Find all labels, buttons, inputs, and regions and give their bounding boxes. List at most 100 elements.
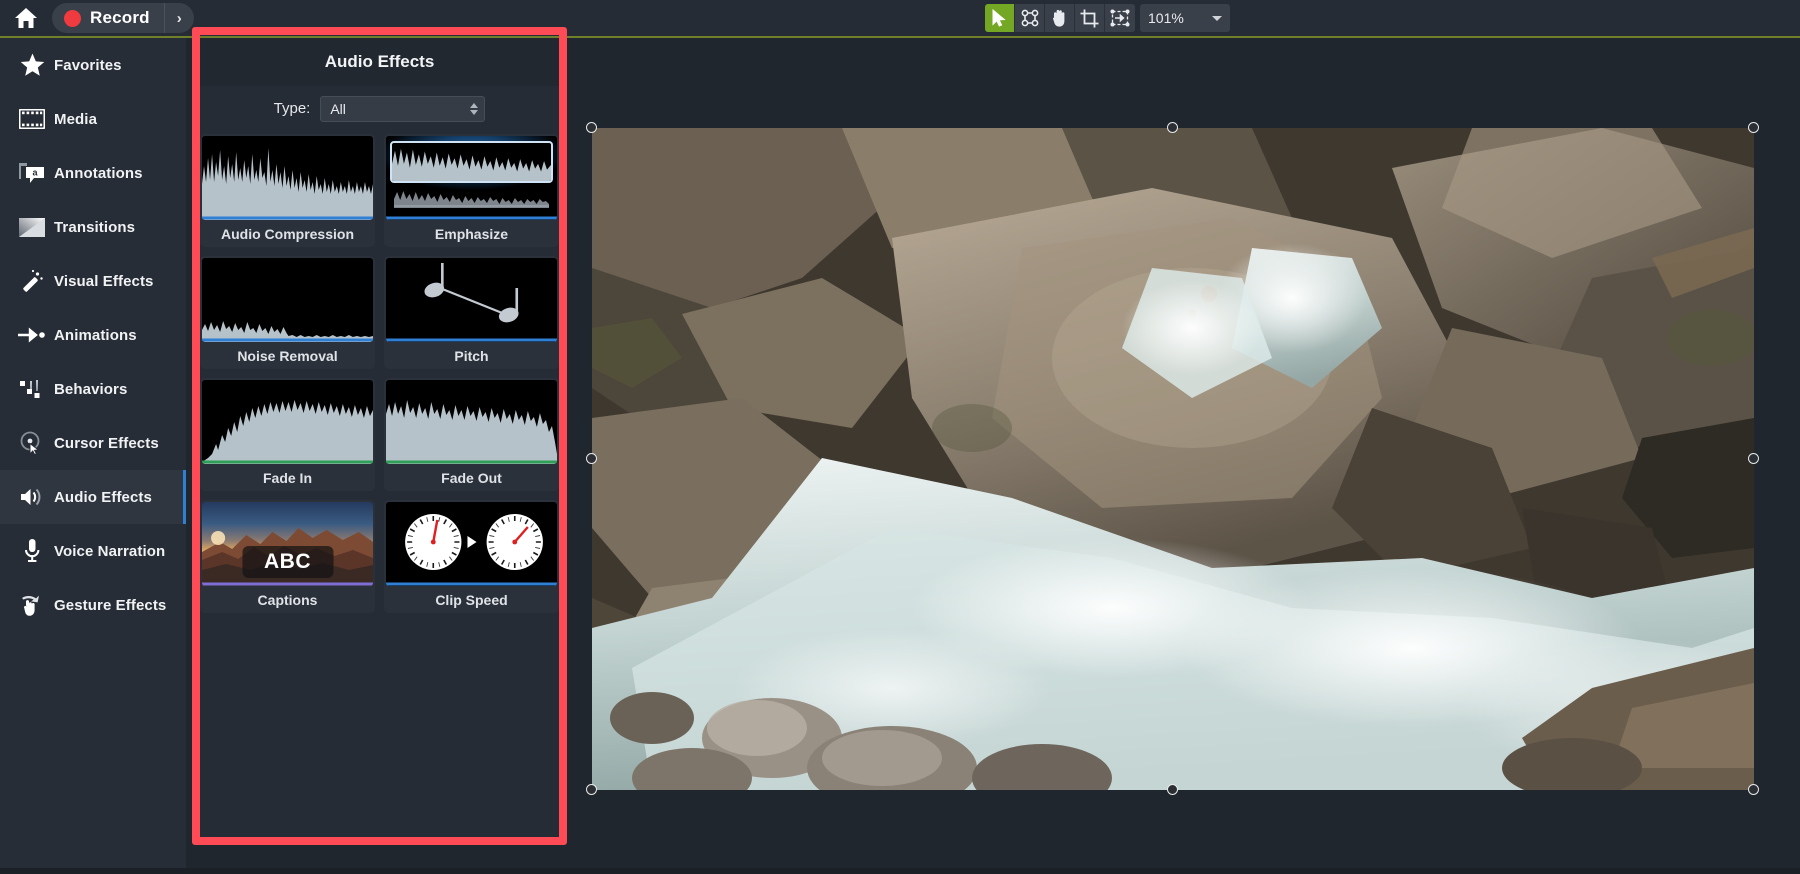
speedometer-right-icon bbox=[486, 514, 543, 570]
top-toolbar: Record › 101% bbox=[0, 0, 1800, 36]
music-note-high bbox=[424, 263, 445, 298]
hand-icon bbox=[1052, 9, 1065, 27]
effect-thumbnail bbox=[386, 136, 557, 220]
sidebar-label: Gesture Effects bbox=[54, 596, 167, 614]
speaker-icon bbox=[10, 482, 54, 512]
gradient-square-icon bbox=[10, 212, 54, 242]
music-note-low bbox=[498, 288, 519, 323]
home-icon bbox=[15, 8, 37, 28]
sidebar-item-behaviors[interactable]: Behaviors bbox=[0, 362, 186, 416]
type-filter-select[interactable]: All bbox=[320, 95, 486, 122]
effect-thumbnail: ABC bbox=[202, 502, 373, 586]
sidebar-label: Audio Effects bbox=[54, 488, 152, 506]
crop-icon bbox=[1080, 9, 1099, 27]
video-preview-image[interactable] bbox=[592, 128, 1754, 790]
effect-card-clip-speed[interactable]: Clip Speed bbox=[384, 500, 559, 613]
sidebar-item-visual-effects[interactable]: Visual Effects bbox=[0, 254, 186, 308]
sidebar-label: Transitions bbox=[54, 218, 136, 236]
selection-handle-bc[interactable] bbox=[1167, 784, 1178, 795]
effect-thumbnail bbox=[386, 502, 557, 586]
sidebar-label: Favorites bbox=[54, 56, 122, 74]
preview-canvas[interactable] bbox=[567, 38, 1800, 874]
sidebar-label: Animations bbox=[54, 326, 137, 344]
selection-handle-tl[interactable] bbox=[586, 122, 597, 133]
effect-thumbnail bbox=[202, 136, 373, 220]
sidebar-item-animations[interactable]: Animations bbox=[0, 308, 186, 362]
type-filter-value: All bbox=[330, 100, 346, 117]
sidebar-item-transitions[interactable]: Transitions bbox=[0, 200, 186, 254]
effect-card-fade-out[interactable]: Fade Out bbox=[384, 378, 559, 491]
waterfall-rocks-photo bbox=[592, 128, 1754, 790]
record-button-label: Record bbox=[90, 8, 150, 27]
effect-label: Fade In bbox=[262, 469, 312, 486]
selection-handle-ml[interactable] bbox=[586, 453, 597, 464]
effect-card-fade-in[interactable]: Fade In bbox=[200, 378, 375, 491]
stepper-arrows-icon[interactable] bbox=[470, 102, 479, 115]
film-strip-icon bbox=[10, 104, 54, 134]
sidebar-label: Voice Narration bbox=[54, 542, 166, 560]
selection-handle-br[interactable] bbox=[1748, 784, 1759, 795]
effects-grid: Audio Compression Emphasize Noise Remova… bbox=[192, 131, 567, 613]
effect-card-captions[interactable]: ABC Captions bbox=[200, 500, 375, 613]
sidebar-item-voice-narration[interactable]: Voice Narration bbox=[0, 524, 186, 578]
node-edit-tool-button[interactable] bbox=[1015, 4, 1045, 32]
star-icon bbox=[10, 50, 54, 80]
microphone-icon bbox=[10, 536, 54, 566]
sidebar-item-annotations[interactable]: a Annotations bbox=[0, 146, 186, 200]
transform-tool-button[interactable] bbox=[1105, 4, 1135, 32]
effect-thumbnail bbox=[202, 258, 373, 342]
audio-effects-panel: Audio Effects Type: All Audio Compressio… bbox=[192, 38, 567, 844]
selection-handle-tc[interactable] bbox=[1167, 122, 1178, 133]
effect-card-audio-compression[interactable]: Audio Compression bbox=[200, 134, 375, 247]
effect-label: Fade Out bbox=[441, 469, 502, 486]
effect-card-pitch[interactable]: Pitch bbox=[384, 256, 559, 369]
sidebar-item-media[interactable]: Media bbox=[0, 92, 186, 146]
effect-label: Emphasize bbox=[434, 225, 509, 242]
select-tool-button[interactable] bbox=[985, 4, 1015, 32]
hand-tool-button[interactable] bbox=[1045, 4, 1075, 32]
arrow-cursor-icon bbox=[992, 9, 1006, 27]
sidebar-label: Cursor Effects bbox=[54, 434, 159, 452]
sidebar-item-cursor-effects[interactable]: Cursor Effects bbox=[0, 416, 186, 470]
sidebar-item-audio-effects[interactable]: Audio Effects bbox=[0, 470, 186, 524]
record-dot-icon bbox=[64, 9, 81, 27]
selection-handle-mr[interactable] bbox=[1748, 453, 1759, 464]
effect-thumbnail bbox=[386, 258, 557, 342]
crop-tool-button[interactable] bbox=[1075, 4, 1105, 32]
sidebar-label: Annotations bbox=[54, 164, 143, 182]
effects-sidebar: Favorites Media a Annotations Transition… bbox=[0, 38, 186, 874]
record-button[interactable]: Record bbox=[52, 3, 164, 33]
sidebar-item-favorites[interactable]: Favorites bbox=[0, 38, 186, 92]
accent-rule bbox=[0, 36, 1800, 38]
canvas-zoom-value: 101% bbox=[1148, 10, 1184, 26]
selection-handle-bl[interactable] bbox=[586, 784, 597, 795]
arrow-motion-icon bbox=[10, 320, 54, 350]
panel-header: Audio Effects bbox=[192, 38, 567, 86]
effect-label: Noise Removal bbox=[237, 347, 338, 364]
effect-card-emphasize[interactable]: Emphasize bbox=[384, 134, 559, 247]
record-options-caret[interactable]: › bbox=[163, 3, 194, 33]
record-control-group: Record › bbox=[52, 3, 194, 33]
speech-bubble-icon: a bbox=[10, 158, 54, 188]
sidebar-item-gesture-effects[interactable]: Gesture Effects bbox=[0, 578, 186, 632]
effect-label: Captions bbox=[257, 591, 318, 608]
canvas-zoom-select[interactable]: 101% bbox=[1140, 4, 1230, 32]
canvas-tool-cluster bbox=[985, 4, 1135, 32]
effect-label: Pitch bbox=[454, 347, 489, 364]
effect-card-noise-removal[interactable]: Noise Removal bbox=[200, 256, 375, 369]
captions-overlay-text: ABC bbox=[242, 545, 333, 578]
transform-arrow-icon bbox=[1110, 9, 1130, 27]
panel-title: Audio Effects bbox=[324, 52, 435, 71]
node-points-icon bbox=[1021, 9, 1038, 27]
pointing-hand-icon bbox=[10, 590, 54, 620]
window-bottom-edge bbox=[0, 868, 1800, 874]
sidebar-label: Visual Effects bbox=[54, 272, 154, 290]
chevron-down-icon bbox=[1212, 15, 1222, 21]
effect-label: Audio Compression bbox=[220, 225, 354, 242]
panel-filter-row: Type: All bbox=[192, 86, 567, 131]
home-button[interactable] bbox=[0, 0, 52, 36]
sidebar-label: Behaviors bbox=[54, 380, 128, 398]
selection-handle-tr[interactable] bbox=[1748, 122, 1759, 133]
type-filter-label: Type: bbox=[273, 100, 311, 117]
effect-thumbnail bbox=[202, 380, 373, 464]
